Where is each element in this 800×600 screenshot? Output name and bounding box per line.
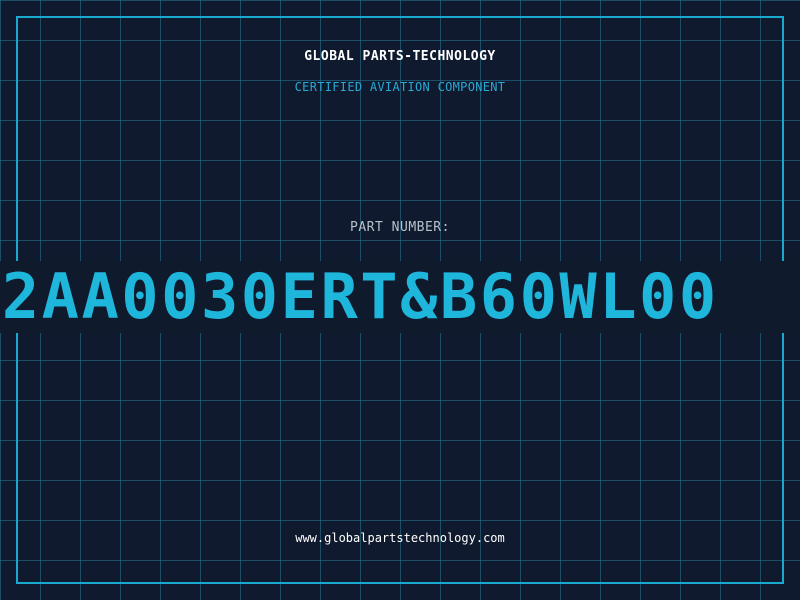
certification-subtitle: CERTIFIED AVIATION COMPONENT: [294, 80, 506, 94]
part-number-label: PART NUMBER:: [350, 220, 450, 235]
label-canvas: GLOBAL PARTS-TECHNOLOGY CERTIFIED AVIATI…: [0, 0, 800, 600]
part-number-value: P2AA0030ERT&B60WL00: [0, 261, 719, 333]
brand-title: GLOBAL PARTS-TECHNOLOGY: [304, 49, 496, 64]
website-url: www.globalpartstechnology.com: [295, 531, 505, 545]
part-number-band: P2AA0030ERT&B60WL00: [0, 261, 800, 333]
